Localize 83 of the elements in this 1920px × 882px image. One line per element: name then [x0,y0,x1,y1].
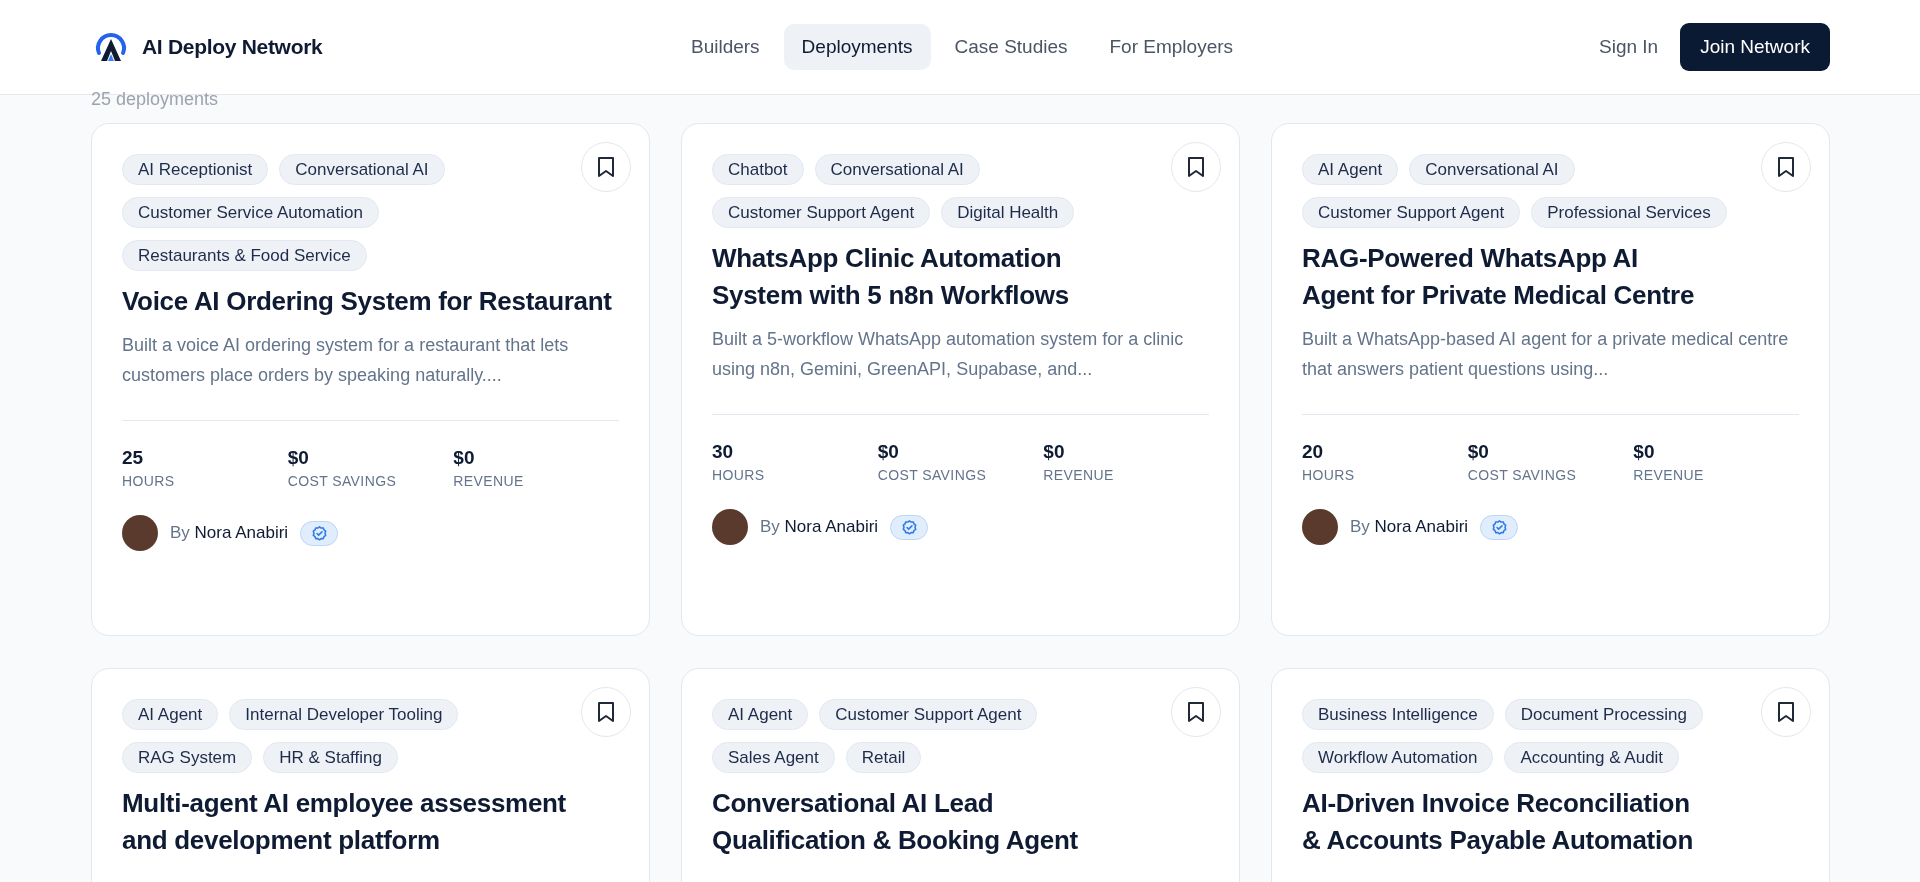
tag: HR & Staffing [263,742,398,773]
tag: Customer Support Agent [819,699,1038,730]
tag: Professional Services [1531,197,1727,228]
brand-name: AI Deploy Network [142,35,323,59]
tag: Conversational AI [1409,154,1575,185]
bookmark-button[interactable] [1171,687,1221,737]
tag: AI Agent [712,699,809,730]
stat-value: $0 [453,447,476,469]
tag: Workflow Automation [1302,742,1494,773]
tag: AI Agent [1302,154,1399,185]
stat-value: $0 [287,447,310,469]
stat-label: COST SAVINGS [1467,467,1578,483]
bookmark-icon [597,156,615,178]
author-name: By Nora Anabiri [170,523,289,543]
nav-link[interactable]: For Employers [1091,24,1252,70]
tag: Customer Support Agent [712,197,931,228]
avatar [1302,509,1338,545]
author-name: By Nora Anabiri [1350,517,1469,537]
nav-link[interactable]: Deployments [783,24,931,70]
tag: RAG System [122,742,253,773]
tag: Accounting & Audit [1504,742,1680,773]
stat-label: HOURS [122,473,176,489]
stat-label: COST SAVINGS [287,473,398,489]
stat-value: $0 [1467,441,1490,463]
tag: AI Receptionist [122,154,269,185]
deployment-card[interactable]: Business Intelligence Document Processing Workflow Automation Accounting & Audit AI-Driven Invoice Reconciliation & Accounts Payable Automation [1271,668,1830,882]
bookmark-button[interactable] [1761,142,1811,192]
stat-label: COST SAVINGS [877,467,988,483]
stat-value: 20 [1302,441,1325,463]
bookmark-icon [1777,701,1795,723]
stat-value: 25 [122,447,145,469]
tag: Internal Developer Tooling [229,699,459,730]
avatar [712,509,748,545]
stat-value: $0 [877,441,900,463]
stat-value: $0 [1043,441,1066,463]
deployment-title[interactable]: WhatsApp Clinic Automation System with 5 n8n Workflows [712,240,1209,314]
bookmark-button[interactable] [581,687,631,737]
tag: AI Agent [122,699,219,730]
deployment-card[interactable]: AI Agent Customer Support Agent Sales Agent Retail Conversational AI Lead Qualification & Booking Agent [681,668,1240,882]
avatar [122,515,158,551]
author-name: By Nora Anabiri [760,517,879,537]
deployment-title[interactable]: Multi-agent AI employee assessment and development platform [122,785,619,859]
sign-in-link[interactable]: Sign In [1599,36,1659,58]
bookmark-icon [597,701,615,723]
stat-label: REVENUE [1043,467,1115,483]
tag: Sales Agent [712,742,835,773]
stat-label: HOURS [712,467,766,483]
deployment-description: Built a 5-workflow WhatsApp automation system for a clinic using n8n, Gemini, GreenAPI, Supabase, and... [712,328,1185,381]
tag: Document Processing [1504,699,1704,730]
deployment-card[interactable] [681,123,1240,636]
deployment-title[interactable]: Conversational AI Lead Qualification & Booking Agent [712,785,1209,859]
stat-label: HOURS [1302,467,1356,483]
deployment-description: Built a WhatsApp-based AI agent for a private medical centre that answers patient questions using... [1302,328,1790,381]
bookmark-button[interactable] [581,142,631,192]
bookmark-icon [1187,156,1205,178]
tag: Conversational AI [279,154,445,185]
nav-link[interactable]: Builders [672,24,778,70]
bookmark-button[interactable] [1171,142,1221,192]
tag: Conversational AI [814,154,980,185]
deployment-title[interactable]: Voice AI Ordering System for Restaurant [122,283,619,320]
tag: Restaurants & Food Service [122,240,367,271]
tag: Chatbot [712,154,804,185]
tag: Digital Health [941,197,1075,228]
tag: Business Intelligence [1302,699,1494,730]
join-network-button[interactable]: Join Network [1680,23,1830,71]
tag: Customer Service Automation [122,197,379,228]
deployment-description: Built a voice AI ordering system for a restaurant that lets customers place orders by speaking naturally.... [122,334,570,387]
stat-value: 30 [712,441,735,463]
stat-label: REVENUE [453,473,525,489]
bookmark-icon [1187,701,1205,723]
stat-value: $0 [1633,441,1656,463]
tag: Customer Support Agent [1302,197,1521,228]
deployment-title[interactable]: RAG-Powered WhatsApp AI Agent for Private Medical Centre [1302,240,1799,314]
deployment-card[interactable]: AI Agent Internal Developer Tooling RAG System HR & Staffing Multi-agent AI employee assessment and development platform [91,668,650,882]
deployment-title[interactable]: AI-Driven Invoice Reconciliation & Accounts Payable Automation [1302,785,1799,859]
tag: Retail [845,742,922,773]
bookmark-button[interactable] [1761,687,1811,737]
deployment-card[interactable] [91,123,650,636]
deployment-count: 25 deployments [91,88,220,111]
nav-link[interactable]: Case Studies [936,24,1086,70]
deployment-card[interactable] [1271,123,1830,636]
stat-label: REVENUE [1633,467,1705,483]
bookmark-icon [1777,156,1795,178]
